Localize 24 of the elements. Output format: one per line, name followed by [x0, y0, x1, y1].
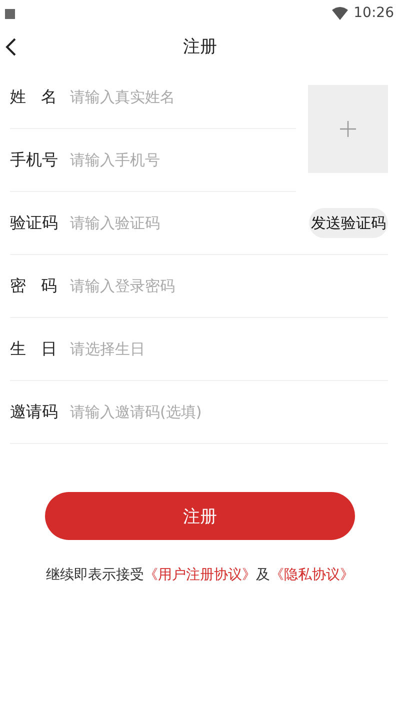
field-label: 邀请码 — [10, 402, 59, 422]
input-field[interactable]: 请输入验证码 — [70, 214, 309, 232]
plus-icon — [340, 121, 356, 137]
agreement-text: 及 — [256, 566, 270, 584]
field-label: 验证码 — [10, 212, 59, 234]
register-button[interactable]: 注册 — [45, 492, 355, 540]
input-field[interactable]: 请输入手机号 — [70, 151, 296, 169]
status-time: 10:26 — [354, 5, 394, 21]
agreement-text: 继续即表示接受 — [46, 566, 144, 584]
notification-icon — [4, 7, 16, 19]
wifi-icon — [332, 6, 348, 20]
field-label: 生 日 — [10, 338, 58, 360]
send-code-button[interactable]: 发送验证码 — [309, 208, 388, 238]
input-field[interactable]: 请输入邀请码(选填) — [70, 403, 388, 421]
agreement-link[interactable]: 《用户注册协议》 — [144, 566, 256, 584]
back-icon — [4, 36, 18, 58]
page-title: 注册 — [183, 36, 217, 58]
agreement-link[interactable]: 《隐私协议》 — [270, 566, 354, 584]
field-label: 姓 名 — [10, 86, 58, 108]
input-field[interactable]: 请输入真实姓名 — [70, 88, 296, 106]
field-label: 手机号 — [10, 150, 59, 170]
input-field[interactable]: 请输入登录密码 — [70, 277, 388, 295]
field-label: 密 码 — [10, 276, 58, 296]
input-field[interactable]: 请选择生日 — [70, 340, 388, 358]
